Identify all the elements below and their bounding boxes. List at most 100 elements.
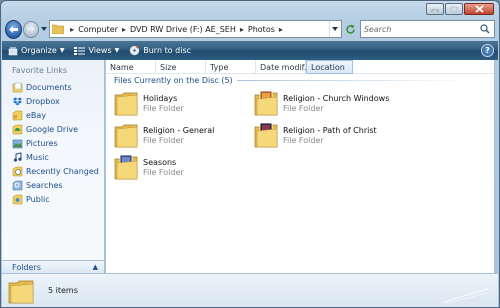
music-icon: [12, 151, 23, 163]
photo-folder-icon: [254, 122, 278, 148]
column-header-size[interactable]: Size: [156, 60, 206, 74]
forward-button[interactable]: [23, 20, 39, 38]
caption-buttons: [426, 3, 494, 15]
photo-folder-icon: [114, 154, 138, 180]
item-type: File Folder: [143, 103, 184, 113]
chevron-up-icon: ▲: [92, 263, 98, 271]
folders-label: Folders: [12, 263, 41, 272]
favorite-link-public[interactable]: Public: [2, 192, 104, 206]
close-button[interactable]: [464, 3, 494, 15]
favorite-link-documents[interactable]: Documents: [2, 80, 104, 94]
breadcrumb-separator: ▸: [239, 24, 244, 34]
search-icon[interactable]: [480, 24, 490, 34]
favorite-links-list: Documents Dropbox e eBay Google Drive Pi…: [2, 80, 104, 206]
column-header-name[interactable]: Name: [106, 60, 156, 74]
documents-icon: [12, 82, 23, 93]
chevron-down-icon: [332, 27, 339, 31]
column-header-date-modified[interactable]: Date modif...: [256, 60, 312, 74]
favorite-link-label: Recently Changed: [26, 166, 99, 176]
column-headers: Name Size Type Date modif... Location: [106, 60, 494, 74]
favorite-link-recently-changed[interactable]: Recently Changed: [2, 164, 104, 178]
favorite-link-label: eBay: [26, 110, 47, 120]
chevron-down-icon: ▼: [114, 47, 120, 54]
google-drive-icon: [12, 124, 23, 135]
maximize-icon: [450, 5, 458, 13]
details-pane: 5 items: [2, 273, 498, 307]
photo-folder-icon: [254, 90, 278, 116]
folder-item-religion-church-windows[interactable]: Religion - Church Windows File Folder: [254, 89, 389, 117]
breadcrumb-computer[interactable]: Computer: [78, 25, 118, 34]
favorite-link-label: Dropbox: [26, 96, 60, 106]
folder-item-religion-general[interactable]: Religion - General File Folder: [114, 121, 214, 149]
burn-to-disc-button[interactable]: Burn to disc: [129, 45, 191, 56]
pictures-icon: [12, 138, 23, 149]
favorite-link-label: Music: [26, 152, 49, 162]
searches-icon: [12, 180, 23, 191]
public-icon: [12, 194, 23, 205]
group-divider: [236, 80, 474, 81]
address-bar[interactable]: ▸ Computer ▸ DVD RW Drive (F:) AE_SEH ▸ …: [49, 20, 342, 38]
item-name: Holidays: [143, 93, 178, 103]
breadcrumb-separator: ▸: [121, 24, 126, 34]
recent-pages-dropdown[interactable]: [40, 27, 47, 31]
address-history-dropdown[interactable]: [328, 21, 341, 37]
favorite-link-label: Documents: [26, 82, 72, 92]
favorite-link-music[interactable]: Music: [2, 150, 104, 164]
burn-disc-icon: [129, 45, 140, 56]
favorite-link-searches[interactable]: Searches: [2, 178, 104, 192]
favorite-link-google-drive[interactable]: Google Drive: [2, 122, 104, 136]
group-header[interactable]: Files Currently on the Disc (5): [106, 74, 494, 87]
item-type: File Folder: [283, 135, 324, 145]
column-header-type[interactable]: Type: [206, 60, 256, 74]
refresh-button[interactable]: [343, 20, 359, 38]
breadcrumb-photos[interactable]: Photos: [248, 25, 275, 34]
folders-toggle[interactable]: Folders ▲: [2, 260, 104, 274]
favorite-links-title: Favorite Links: [12, 66, 68, 75]
item-name: Seasons: [143, 157, 177, 167]
views-menu[interactable]: Views ▼: [74, 46, 119, 56]
burn-to-disc-label: Burn to disc: [143, 46, 192, 55]
minimize-button[interactable]: [426, 3, 444, 15]
folder-icon: [114, 124, 138, 148]
folder-item-seasons[interactable]: Seasons File Folder: [114, 153, 184, 181]
arrow-right-icon: [27, 26, 36, 32]
item-name: Religion - General: [143, 125, 215, 135]
address-row: ▸ Computer ▸ DVD RW Drive (F:) AE_SEH ▸ …: [5, 18, 496, 40]
folder-icon: [52, 24, 65, 34]
column-header-location[interactable]: Location: [306, 60, 353, 74]
breadcrumb-separator: ▸: [70, 24, 75, 34]
favorite-link-pictures[interactable]: Pictures: [2, 136, 104, 150]
favorite-link-label: Searches: [26, 180, 63, 190]
favorite-link-dropbox[interactable]: Dropbox: [2, 94, 104, 108]
item-type: File Folder: [143, 135, 184, 145]
folder-item-religion-path-of-christ[interactable]: Religion - Path of Christ File Folder: [254, 121, 377, 149]
organize-menu[interactable]: Organize ▼: [8, 46, 64, 56]
folder-icon: [114, 92, 138, 116]
item-name: Religion - Church Windows: [283, 93, 390, 103]
back-button[interactable]: [5, 19, 23, 39]
favorite-link-label: Google Drive: [26, 124, 79, 134]
ebay-icon: e: [12, 110, 23, 121]
views-label: Views: [88, 46, 112, 55]
item-name: Religion - Path of Christ: [283, 125, 377, 135]
file-list-pane: Name Size Type Date modif... Location Fi…: [106, 60, 495, 274]
favorite-link-ebay[interactable]: e eBay: [2, 108, 104, 122]
breadcrumb-dvd-drive[interactable]: DVD RW Drive (F:) AE_SEH: [130, 25, 236, 34]
folder-icon: [8, 280, 34, 303]
search-field[interactable]: [359, 20, 496, 38]
refresh-icon: [346, 24, 355, 34]
organize-label: Organize: [21, 46, 57, 55]
folder-item-holidays[interactable]: Holidays File Folder: [114, 89, 184, 117]
help-button[interactable]: ?: [481, 44, 494, 57]
minimize-icon: [431, 9, 439, 12]
favorite-link-label: Public: [26, 194, 50, 204]
maximize-button[interactable]: [445, 3, 463, 15]
organize-icon: [8, 46, 18, 56]
item-type: File Folder: [143, 167, 184, 177]
item-count: 5 items: [48, 286, 78, 295]
search-input[interactable]: [363, 24, 484, 34]
recently-changed-icon: [12, 166, 23, 177]
views-icon: [74, 46, 86, 56]
chevron-down-icon: ▼: [59, 47, 65, 54]
item-type: File Folder: [283, 103, 324, 113]
